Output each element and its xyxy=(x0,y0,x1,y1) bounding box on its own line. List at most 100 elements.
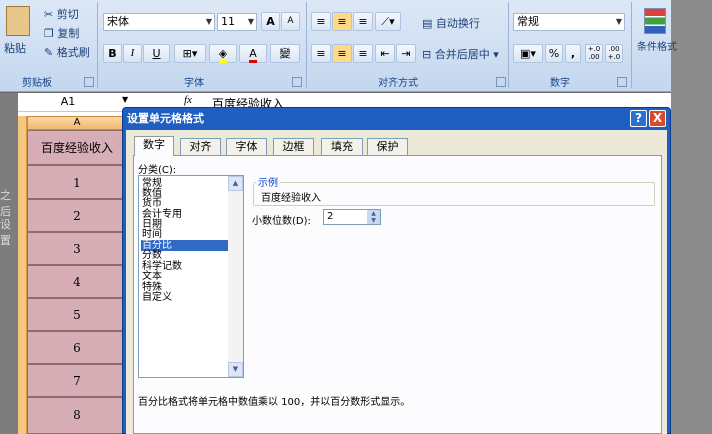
decimal-places-label: 小数位数(D): xyxy=(252,216,311,227)
increase-decimal-button[interactable]: +.0 .00 xyxy=(585,44,603,63)
column-header-a[interactable]: A xyxy=(27,116,127,130)
font-group-label: 字体 xyxy=(184,78,204,89)
shrink-font-button[interactable]: A xyxy=(281,12,300,31)
list-item[interactable]: 货币 xyxy=(141,198,228,209)
wrap-text-button[interactable]: ▤ 自动换行 xyxy=(422,15,480,31)
accounting-button[interactable]: ▣▾ xyxy=(513,44,543,63)
align-right-button[interactable]: ≡ xyxy=(353,44,373,63)
align-left-icon: ≡ xyxy=(316,47,326,60)
copy-button[interactable]: ❐ 复制 xyxy=(44,25,79,41)
format-painter-button[interactable]: ✎ 格式刷 xyxy=(44,44,90,60)
list-item[interactable]: 自定义 xyxy=(141,292,228,303)
table-row[interactable]: 2 xyxy=(27,199,127,232)
table-row[interactable]: 1 xyxy=(27,165,127,199)
left-background: 之后 设置 xyxy=(0,93,18,434)
help-button[interactable]: ? xyxy=(630,110,647,127)
align-right-icon: ≡ xyxy=(358,47,368,60)
cut-button[interactable]: ✂ 剪切 xyxy=(44,6,79,22)
alignment-group-label: 对齐方式 xyxy=(378,78,418,89)
spin-down-icon[interactable]: ▼ xyxy=(367,217,380,224)
list-item[interactable]: 文本 xyxy=(141,271,228,282)
chevron-down-icon: ▼ xyxy=(247,17,254,26)
tab-number[interactable]: 数字 xyxy=(134,136,174,156)
conditional-format-label: 条件格式 xyxy=(637,42,677,53)
italic-button[interactable]: I xyxy=(123,44,142,63)
copy-icon: ❐ xyxy=(44,27,58,40)
scroll-up-icon[interactable]: ▲ xyxy=(228,176,243,191)
align-top-button[interactable]: ≡ xyxy=(311,12,331,31)
align-bottom-button[interactable]: ≡ xyxy=(353,12,373,31)
tab-border[interactable]: 边框 xyxy=(273,138,314,155)
table-row[interactable]: 5 xyxy=(27,298,127,331)
conditional-format-button[interactable]: 条件格式 xyxy=(636,6,677,66)
ribbon: 粘贴 ✂ 剪切 ❐ 复制 ✎ 格式刷 剪贴板 宋体 ▼ 11 ▼ A A B I U… xyxy=(0,0,677,92)
percent-button[interactable]: % xyxy=(545,44,563,63)
orientation-icon: ⟋▾ xyxy=(381,15,395,28)
orientation-button[interactable]: ⟋▾ xyxy=(375,12,401,31)
align-bottom-icon: ≡ xyxy=(358,15,368,28)
decrease-decimal-button[interactable]: .00 +.0 xyxy=(605,44,623,63)
fill-bucket-icon: ◈ xyxy=(218,47,228,63)
borders-button[interactable]: ⊞▾ xyxy=(174,44,206,63)
fx-button[interactable]: fx xyxy=(184,94,192,106)
fill-color-button[interactable]: ◈ xyxy=(209,44,237,63)
clipboard-launcher[interactable] xyxy=(84,77,94,87)
tab-font[interactable]: 字体 xyxy=(226,138,267,155)
font-color-button[interactable]: A xyxy=(239,44,267,63)
comma-button[interactable]: , xyxy=(565,44,581,63)
list-item[interactable]: 分数 xyxy=(141,250,228,261)
chevron-down-icon: ▼ xyxy=(615,17,622,26)
scissors-icon: ✂ xyxy=(44,8,57,21)
decrease-indent-button[interactable]: ⇤ xyxy=(375,44,395,63)
align-center-button[interactable]: ≡ xyxy=(332,44,352,63)
table-row[interactable]: 4 xyxy=(27,265,127,298)
spin-up-icon[interactable]: ▲ xyxy=(367,210,380,217)
sample-value: 百度经验收入 xyxy=(261,193,321,204)
chevron-down-icon: ▼ xyxy=(205,17,212,26)
phonetic-button[interactable]: 變 xyxy=(270,44,300,63)
table-row[interactable]: 8 xyxy=(27,397,127,434)
number-group-label: 数字 xyxy=(550,78,570,89)
decimal-places-stepper[interactable]: 2 ▲ ▼ xyxy=(323,209,381,225)
font-name-combo[interactable]: 宋体 ▼ xyxy=(103,13,215,31)
number-launcher[interactable] xyxy=(617,77,627,87)
indent-icon: ⇥ xyxy=(401,47,411,60)
merge-center-button[interactable]: ⊟ 合并后居中 ▾ xyxy=(422,46,499,62)
brush-icon: ✎ xyxy=(44,46,57,59)
sample-label: 示例 xyxy=(256,174,280,189)
scroll-down-icon[interactable]: ▼ xyxy=(228,362,243,377)
align-middle-icon: ≡ xyxy=(337,15,347,28)
bold-button[interactable]: B xyxy=(103,44,122,63)
category-scrollbar[interactable]: ▲ ▼ xyxy=(228,176,243,377)
header-cell[interactable]: 百度经验收入 xyxy=(27,130,127,165)
chevron-down-icon[interactable]: ▼ xyxy=(122,95,128,104)
decimal-places-value[interactable]: 2 xyxy=(327,211,333,222)
outdent-icon: ⇤ xyxy=(380,47,390,60)
row-header-strip xyxy=(18,116,27,434)
increase-indent-button[interactable]: ⇥ xyxy=(396,44,416,63)
currency-icon: ▣▾ xyxy=(520,47,536,60)
tab-protection[interactable]: 保护 xyxy=(367,138,408,155)
align-left-button[interactable]: ≡ xyxy=(311,44,331,63)
merge-icon: ⊟ xyxy=(422,48,435,61)
tab-alignment[interactable]: 对齐 xyxy=(180,138,221,155)
list-item[interactable]: 时间 xyxy=(141,229,228,240)
underline-button[interactable]: U xyxy=(143,44,170,63)
align-middle-button[interactable]: ≡ xyxy=(332,12,352,31)
background-text-fragment: 设置 xyxy=(0,218,11,247)
alignment-launcher[interactable] xyxy=(496,77,506,87)
tab-fill[interactable]: 填充 xyxy=(321,138,363,155)
number-format-combo[interactable]: 常规 ▼ xyxy=(513,13,625,31)
table-row[interactable]: 7 xyxy=(27,364,127,397)
font-launcher[interactable] xyxy=(292,77,302,87)
paste-button[interactable]: 粘贴 xyxy=(0,4,34,60)
grow-font-button[interactable]: A xyxy=(261,12,280,31)
name-box[interactable]: A1 xyxy=(18,94,118,110)
background-window xyxy=(671,0,712,434)
table-row[interactable]: 3 xyxy=(27,232,127,265)
font-size-combo[interactable]: 11 ▼ xyxy=(217,13,257,31)
paste-label: 粘贴 xyxy=(4,42,26,55)
close-button[interactable]: X xyxy=(649,110,666,127)
table-row[interactable]: 6 xyxy=(27,331,127,364)
background-text-fragment: 之后 xyxy=(0,189,11,218)
